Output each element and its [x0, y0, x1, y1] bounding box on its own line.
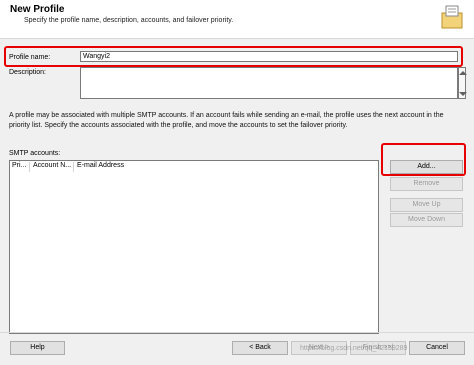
description-textarea[interactable]	[80, 67, 458, 99]
scroll-up-icon[interactable]	[459, 71, 467, 75]
column-header-priority[interactable]: Pri...	[12, 162, 26, 169]
smtp-accounts-table[interactable]: Pri... Account N... E-mail Address	[9, 160, 379, 334]
back-button[interactable]: < Back	[232, 341, 288, 355]
move-up-button[interactable]: Move Up	[390, 198, 463, 212]
page-title: New Profile	[10, 4, 65, 15]
help-button[interactable]: Help	[10, 341, 65, 355]
scroll-down-icon[interactable]	[459, 92, 467, 96]
column-header-email-address[interactable]: E-mail Address	[77, 162, 124, 169]
page-subtitle: Specify the profile name, description, a…	[24, 17, 234, 24]
remove-button[interactable]: Remove	[390, 177, 463, 191]
footer-divider	[0, 332, 474, 333]
profile-name-input[interactable]: Wangyi2	[80, 51, 458, 62]
add-button[interactable]: Add...	[390, 160, 463, 174]
column-separator	[29, 162, 30, 172]
column-separator	[73, 162, 74, 172]
smtp-accounts-label: SMTP accounts:	[9, 150, 61, 157]
wizard-icon	[441, 5, 463, 29]
table-header: Pri... Account N... E-mail Address	[10, 162, 378, 172]
watermark-text: https://blog.csdn.net/qq_42159289	[300, 345, 408, 352]
column-header-account-name[interactable]: Account N...	[33, 162, 71, 169]
profile-name-label: Profile name:	[9, 54, 51, 61]
move-down-button[interactable]: Move Down	[390, 213, 463, 227]
description-scrollbar[interactable]	[458, 67, 467, 99]
cancel-button[interactable]: Cancel	[409, 341, 465, 355]
info-paragraph: A profile may be associated with multipl…	[9, 112, 444, 129]
description-label: Description:	[9, 69, 46, 76]
